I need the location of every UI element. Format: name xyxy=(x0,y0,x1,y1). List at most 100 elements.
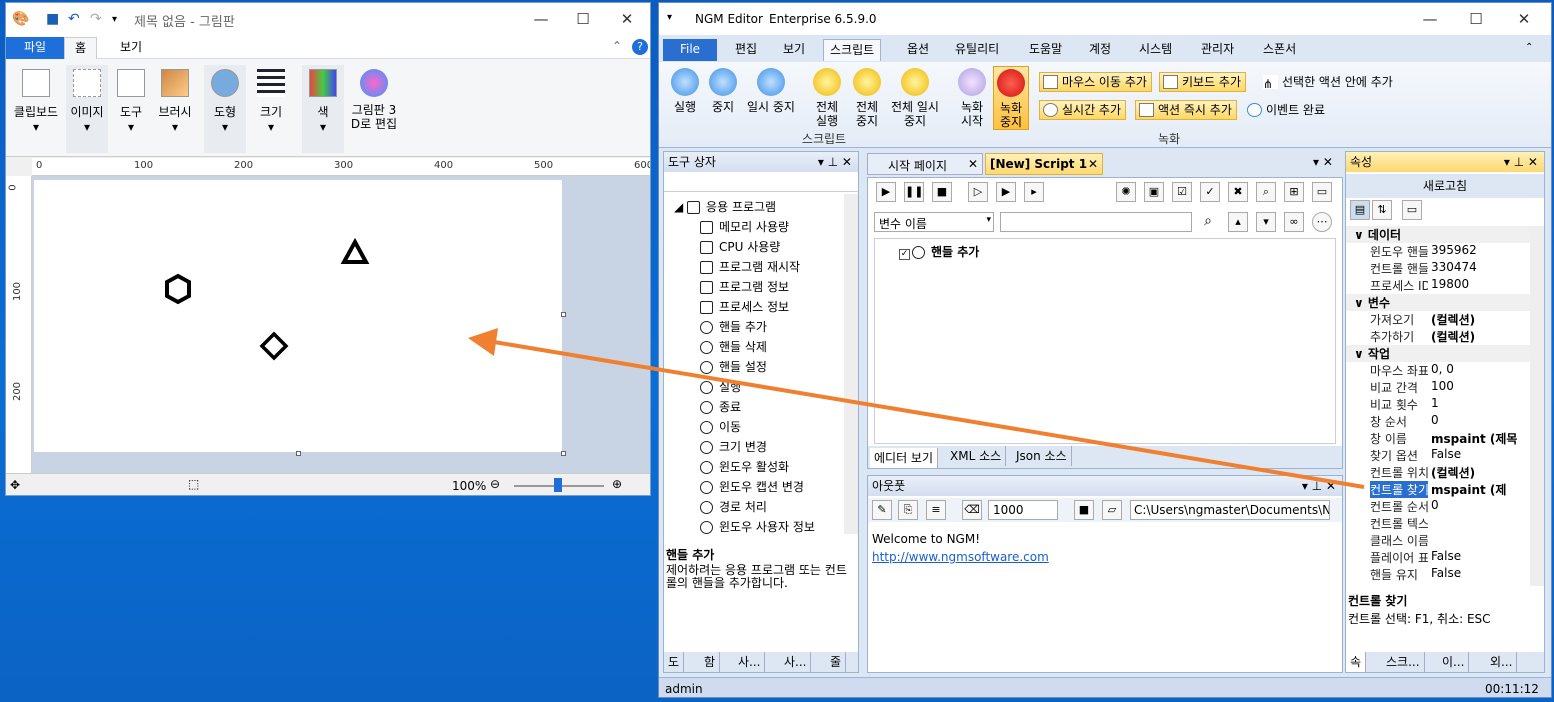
step-icon[interactable]: ▷ xyxy=(968,182,988,202)
paint-close-button[interactable]: ✕ xyxy=(612,7,642,31)
keyboard-add-button[interactable]: 키보드 추가 xyxy=(1159,72,1247,92)
stop-all-button[interactable]: 전체 중지 xyxy=(849,66,885,128)
screenshot-icon[interactable]: ▣ xyxy=(1144,182,1164,202)
more-icon[interactable]: ⋯ xyxy=(1312,212,1332,232)
tab-json-source[interactable]: Json 소스 xyxy=(1012,446,1072,466)
collapse-ribbon-icon[interactable]: ⌃ xyxy=(612,39,622,53)
paint3d-group[interactable]: 그림판 3 D로 편집 xyxy=(348,65,400,153)
folder-icon[interactable]: ▱ xyxy=(1102,500,1122,520)
category-expand-icon[interactable]: ∨ xyxy=(1354,347,1368,361)
ngm-minimize-button[interactable]: — xyxy=(1415,7,1445,31)
tab-start-close-icon[interactable]: ✕ xyxy=(968,157,978,171)
pause-small-icon[interactable]: ❚❚ xyxy=(904,182,924,202)
stop-button[interactable]: 중지 xyxy=(705,66,741,114)
props-tab-properties[interactable]: 속 xyxy=(1346,652,1367,672)
property-row[interactable]: 컨트롤 순서 0 xyxy=(1346,498,1530,515)
paint-maximize-button[interactable]: ☐ xyxy=(568,7,598,31)
toolbox-item[interactable]: 윈도우 활성화 xyxy=(700,458,789,475)
menu-system[interactable]: 시스템 xyxy=(1133,39,1178,61)
toolbox-item[interactable]: 윈도우 사용자 정보 xyxy=(700,518,815,534)
toolbox-item[interactable]: 핸들 설정 xyxy=(700,358,767,375)
drawing-canvas[interactable] xyxy=(34,180,562,452)
menu-script[interactable]: 스크립트 xyxy=(823,39,882,61)
ribbon-collapse-icon[interactable]: ⌃ xyxy=(1525,42,1533,53)
editor-close-icon[interactable]: ▾ ✕ xyxy=(1313,155,1333,169)
tree-view-icon[interactable]: ⊞ xyxy=(1284,182,1304,202)
clean-icon[interactable]: ✎ xyxy=(872,500,892,520)
tab-script1[interactable]: [New] Script 1 ✕ xyxy=(985,153,1103,175)
shapes-group[interactable]: 도형 ▾ xyxy=(204,65,246,153)
ngm-close-button[interactable]: ✕ xyxy=(1509,7,1539,31)
menu-help[interactable]: 도움말 xyxy=(1023,39,1068,61)
down-icon[interactable]: ▾ xyxy=(1256,212,1276,232)
interval-stepper[interactable]: 1000 xyxy=(988,500,1058,520)
menu-view[interactable]: 보기 xyxy=(777,39,811,61)
toolbox-item[interactable]: 핸들 삭제 xyxy=(700,338,767,355)
variable-value-input[interactable] xyxy=(1000,212,1192,232)
image-group[interactable]: 이미지 ▾ xyxy=(66,65,108,153)
property-value[interactable]: (컬렉션) xyxy=(1431,328,1527,345)
menu-options[interactable]: 옵션 xyxy=(901,39,935,61)
property-category[interactable]: ∨ 작업 xyxy=(1346,345,1530,362)
property-value[interactable]: 330474 xyxy=(1431,260,1527,274)
menu-account[interactable]: 계정 xyxy=(1083,39,1117,61)
paint-minimize-button[interactable]: — xyxy=(526,7,556,31)
menu-file[interactable]: File xyxy=(663,39,717,61)
property-row[interactable]: 비교 횟수 1 xyxy=(1346,396,1530,413)
system-menu-icon[interactable]: ▾ xyxy=(667,12,672,23)
record-stop-button[interactable]: 녹화 중지 xyxy=(993,66,1029,130)
resize-handle-bottom[interactable] xyxy=(296,451,301,456)
monitor-icon[interactable]: ▭ xyxy=(1312,182,1332,202)
toolbox-item[interactable]: 메모리 사용량 xyxy=(700,218,789,235)
menu-admin[interactable]: 관리자 xyxy=(1195,39,1240,61)
output-close-icon[interactable]: ▾ ⊥ ✕ xyxy=(1302,476,1336,496)
property-value[interactable]: 0 xyxy=(1431,498,1527,512)
zoom-out-icon[interactable]: ⊖ xyxy=(490,477,500,491)
size-group[interactable]: 크기 ▾ xyxy=(250,65,292,153)
idea-icon[interactable]: ✺ xyxy=(1116,182,1136,202)
toolbox-search[interactable] xyxy=(664,174,858,192)
tab-script-close-icon[interactable]: ✕ xyxy=(1088,157,1098,171)
tree-root[interactable]: ◢ 응용 프로그램 xyxy=(674,198,776,215)
save-icon[interactable]: ■ xyxy=(46,11,59,27)
stop-small-icon[interactable]: ■ xyxy=(932,182,952,202)
property-row[interactable]: 컨트롤 위치 (컬렉션) xyxy=(1346,464,1530,481)
property-pages-icon[interactable]: ▭ xyxy=(1402,200,1422,220)
property-value[interactable]: (컬렉션) xyxy=(1431,311,1527,328)
props-tab-script[interactable]: 스크... xyxy=(1382,652,1425,672)
property-row[interactable]: 추가하기 (컬렉션) xyxy=(1346,328,1530,345)
find-icon[interactable]: ⌕ xyxy=(1256,182,1276,202)
quick-access-dropdown-icon[interactable]: ▾ xyxy=(112,14,117,25)
pause-button[interactable]: 일시 중지 xyxy=(743,66,799,114)
up-icon[interactable]: ▴ xyxy=(1228,212,1248,232)
pause-all-button[interactable]: 전체 일시 중지 xyxy=(887,66,943,128)
resize-handle-corner[interactable] xyxy=(561,451,566,456)
property-category[interactable]: ∨ 데이터 xyxy=(1346,226,1530,243)
toolbox-tab-toolbox[interactable]: 도 xyxy=(664,652,685,672)
property-row[interactable]: 윈도우 핸들 395962 xyxy=(1346,243,1530,260)
record-start-button[interactable]: 녹화 시작 xyxy=(955,66,989,128)
event-done-button[interactable]: 이벤트 완료 xyxy=(1243,100,1330,120)
property-value[interactable]: False xyxy=(1431,447,1527,461)
property-value[interactable]: 100 xyxy=(1431,379,1527,393)
property-value[interactable]: False xyxy=(1431,566,1527,580)
menu-utility[interactable]: 유틸리티 xyxy=(949,39,1005,61)
step-into-icon[interactable]: ▶ xyxy=(996,182,1016,202)
play-icon[interactable]: ▶ xyxy=(876,182,896,202)
property-row[interactable]: 프로세스 ID 19800 xyxy=(1346,277,1530,294)
menu-sponsor[interactable]: 스폰서 xyxy=(1257,39,1302,61)
tab-home[interactable]: 홈 xyxy=(64,37,98,59)
property-row[interactable]: 찾기 옵션 False xyxy=(1346,447,1530,464)
run-all-button[interactable]: 전체 실행 xyxy=(809,66,845,128)
property-row[interactable]: 컨트롤 텍스트 xyxy=(1346,515,1530,532)
property-value[interactable]: 0 xyxy=(1431,413,1527,427)
toolbox-item[interactable]: 프로그램 정보 xyxy=(700,278,789,295)
toolbox-tab-function[interactable]: 함 xyxy=(700,652,721,672)
node-checkbox[interactable]: ✓ xyxy=(899,249,910,260)
tab-view[interactable]: 보기 xyxy=(110,37,152,59)
props-tab-external[interactable]: 외... xyxy=(1486,652,1518,672)
script-node-handle-add[interactable]: ✓ 핸들 추가 xyxy=(899,243,979,260)
check-icon[interactable]: ☑ xyxy=(1172,182,1192,202)
menu-edit[interactable]: 편집 xyxy=(729,39,763,61)
save-log-icon[interactable]: ■ xyxy=(1074,500,1094,520)
